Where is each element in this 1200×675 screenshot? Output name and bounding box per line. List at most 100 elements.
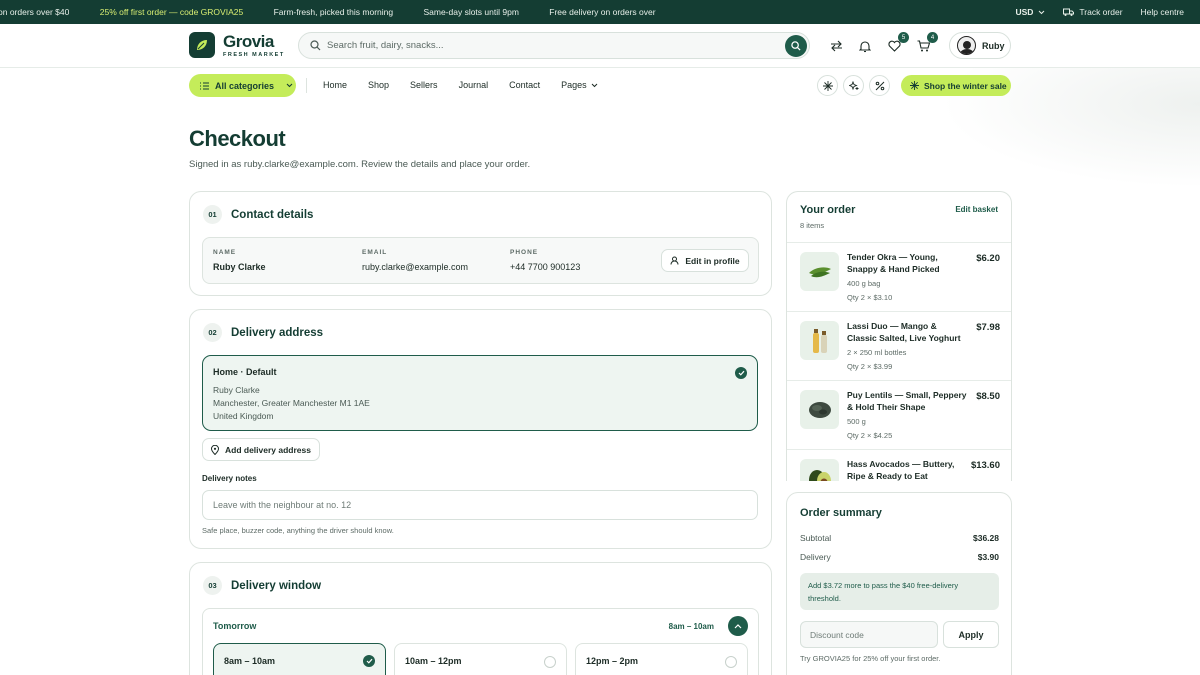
item-qty: Qty 2 × $3.10 [847, 293, 893, 302]
nav-link-contact[interactable]: Contact [509, 80, 540, 90]
time-slot-label: 8am – 10am [224, 656, 276, 666]
user-icon [670, 256, 679, 265]
delivery-window-title: Delivery window [231, 579, 322, 592]
nav-links: Home Shop Sellers Journal Contact Pages [323, 80, 598, 90]
day-label: Tomorrow [213, 621, 257, 631]
winter-sale-button[interactable]: Shop the winter sale [901, 75, 1011, 96]
item-price: $7.98 [976, 322, 1000, 333]
time-slot[interactable]: 10am – 12pm [394, 643, 567, 675]
step-number: 01 [203, 205, 222, 224]
nav-link-shop[interactable]: Shop [368, 80, 389, 90]
contact-details-title: Contact details [231, 208, 314, 221]
discount-code-input[interactable] [800, 621, 938, 648]
announcement-item: on orders over $40 [0, 7, 70, 17]
search-icon [310, 40, 321, 51]
order-item: Hass Avocados — Buttery, Ripe & Ready to… [787, 449, 1011, 481]
email-label: EMAIL [362, 249, 388, 256]
swap-arrows-icon [830, 40, 842, 52]
lentils-product-image [800, 390, 839, 429]
nav-link-sellers[interactable]: Sellers [410, 80, 438, 90]
percent-button[interactable] [869, 75, 890, 96]
sparkle-button[interactable] [843, 75, 864, 96]
nav-link-journal[interactable]: Journal [459, 80, 489, 90]
track-order-link[interactable]: Track order [1063, 7, 1123, 17]
item-size: 400 g bag [847, 279, 881, 288]
topbar-actions: USD Track order Help centre [1001, 0, 1200, 24]
chevron-down-icon [286, 83, 293, 88]
lassi-product-image [800, 321, 839, 360]
all-categories-button[interactable]: All categories [189, 74, 296, 97]
address-option-home[interactable]: Home · Default Ruby Clarke Manchester, G… [202, 355, 758, 431]
search-submit-button[interactable] [785, 35, 807, 57]
user-name: Ruby [982, 40, 1005, 51]
contact-info-box: NAME Ruby Clarke EMAIL ruby.clarke@examp… [202, 237, 759, 284]
contact-details-card: 01 Contact details NAME Ruby Clarke EMAI… [189, 191, 772, 296]
item-price: $8.50 [976, 391, 1000, 402]
item-count: 8 items [800, 221, 825, 230]
delivery-notes-input[interactable] [202, 490, 758, 520]
item-size: 500 g [847, 417, 866, 426]
subtotal-row: Subtotal $36.28 [800, 533, 999, 543]
subtotal-label: Subtotal [800, 533, 832, 543]
brand-name[interactable]: Grovia [223, 33, 274, 50]
collapse-day-button[interactable] [728, 616, 748, 636]
name-label: NAME [213, 249, 237, 256]
truck-icon [1063, 8, 1075, 16]
sparkle-icon [848, 80, 858, 90]
nav-link-home[interactable]: Home [323, 80, 347, 90]
announcement-item: Free delivery on orders over [549, 7, 656, 17]
list-icon [200, 81, 209, 90]
address-step-header: 02 Delivery address [203, 323, 323, 342]
order-item: Tender Okra — Young, Snappy & Hand Picke… [787, 242, 1011, 311]
help-centre-link[interactable]: Help centre [1141, 7, 1184, 17]
search-bar [298, 32, 810, 59]
item-name: Puy Lentils — Small, Peppery & Hold Thei… [847, 390, 967, 412]
wishlist-count-badge: 5 [898, 32, 909, 43]
contact-phone-field: PHONE +44 7700 900123 [510, 249, 580, 272]
snowflake-icon [910, 81, 919, 90]
free-delivery-notice: Add $3.72 more to pass the $40 free-deli… [800, 573, 999, 610]
selected-check-icon [363, 655, 375, 667]
apply-discount-button[interactable]: Apply [943, 621, 999, 648]
snowflake-button[interactable] [817, 75, 838, 96]
add-delivery-address-button[interactable]: Add delivery address [202, 438, 320, 461]
search-icon [791, 41, 801, 51]
time-slot-label: 10am – 12pm [405, 656, 462, 666]
email-value: ruby.clarke@example.com [362, 262, 469, 272]
delivery-value: $3.90 [977, 552, 999, 562]
leaf-logo-icon[interactable] [189, 32, 215, 58]
delivery-address-title: Delivery address [231, 326, 324, 339]
site-header: Grovia FRESH MARKET 5 4 Ruby [0, 24, 1200, 68]
edit-profile-button[interactable]: Edit in profile [661, 249, 749, 272]
order-summary-title: Order summary [800, 507, 882, 519]
map-pin-icon [211, 444, 219, 455]
brand-tagline: FRESH MARKET [223, 52, 285, 58]
page-subtitle: Signed in as ruby.clarke@example.com. Re… [189, 159, 531, 170]
search-input[interactable] [327, 40, 767, 51]
avatar [957, 36, 976, 55]
currency-select[interactable]: USD [1015, 7, 1045, 17]
cart-count-badge: 4 [927, 32, 938, 43]
announcement-ticker: on orders over $40 25% off first order —… [0, 7, 684, 17]
user-menu[interactable]: Ruby [949, 32, 1011, 59]
announcement-bar: on orders over $40 25% off first order —… [0, 0, 1200, 24]
nav-divider [306, 78, 307, 93]
notifications-button[interactable] [856, 37, 874, 55]
selected-window-summary: 8am – 10am [668, 622, 714, 631]
page-title: Checkout [189, 126, 286, 151]
name-value: Ruby Clarke [213, 262, 266, 272]
nav-link-pages[interactable]: Pages [561, 80, 598, 90]
time-slot[interactable]: 12pm – 2pm [575, 643, 748, 675]
cart-button[interactable]: 4 [914, 32, 938, 55]
compare-button[interactable] [827, 37, 845, 55]
wishlist-button[interactable]: 5 [885, 32, 909, 55]
radio-icon [725, 656, 737, 668]
time-slot[interactable]: 8am – 10am [213, 643, 386, 675]
edit-basket-link[interactable]: Edit basket [955, 205, 998, 214]
item-qty: Qty 2 × $3.99 [847, 362, 893, 371]
step-number: 03 [203, 576, 222, 595]
snowflake-icon [822, 80, 833, 91]
phone-label: PHONE [510, 249, 539, 256]
announcement-item: 25% off first order — code GROVIA25 [99, 7, 244, 17]
radio-icon [544, 656, 556, 668]
